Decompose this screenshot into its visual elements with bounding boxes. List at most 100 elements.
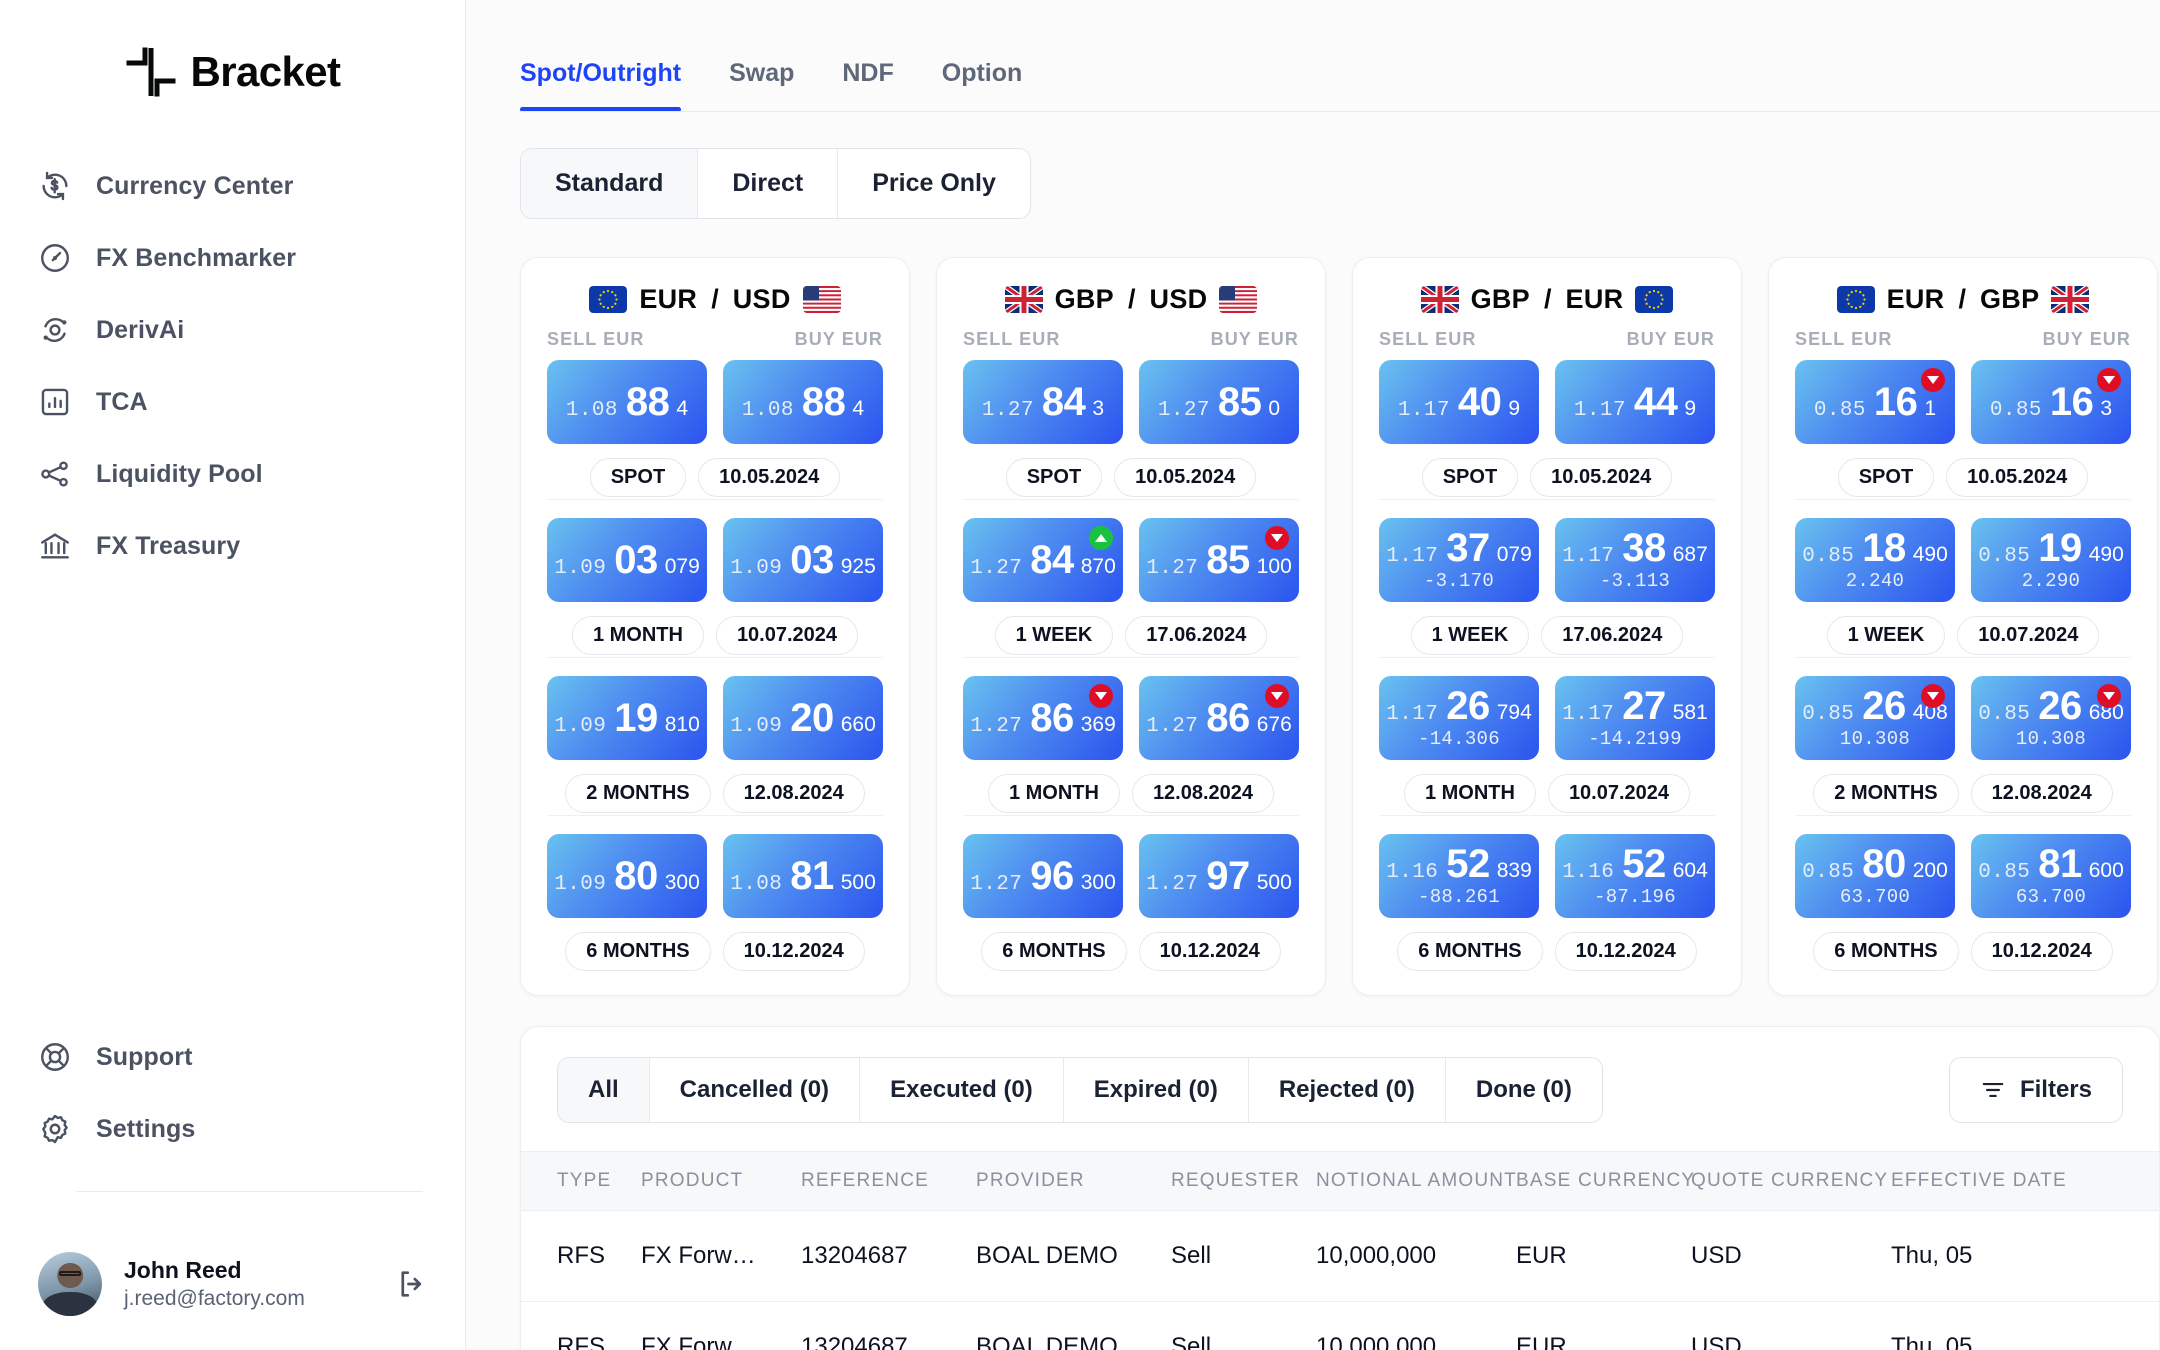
tenor-chip[interactable]: 2 MONTHS (565, 774, 711, 813)
table-header-cell[interactable]: REQUESTER (1171, 1151, 1316, 1211)
price-tile-buy[interactable]: 0.85 81 600 63.700 (1971, 834, 2131, 918)
tenor-chip[interactable]: SPOT (1005, 458, 1103, 497)
price-tile-buy[interactable]: 0.85 26 680 10.308 (1971, 676, 2131, 760)
table-header-cell[interactable]: NOTIONAL AMOUNT (1316, 1151, 1516, 1211)
value-date-chip[interactable]: 12.08.2024 (1970, 774, 2113, 813)
value-date-chip[interactable]: 10.07.2024 (1547, 774, 1691, 813)
price-tile-sell[interactable]: 0.85 18 490 2.240 (1795, 518, 1955, 602)
value-date-chip[interactable]: 10.07.2024 (715, 616, 859, 655)
price-tile-sell[interactable]: 1.08 88 4 (547, 360, 707, 444)
table-row[interactable]: RFS FX Forw… 13204687 BOAL DEMO Sell 10,… (521, 1210, 2159, 1302)
value-date-chip[interactable]: 10.05.2024 (1946, 458, 2089, 497)
sidebar-item-fx-benchmarker[interactable]: FX Benchmarker (38, 222, 465, 294)
value-date-chip[interactable]: 10.12.2024 (722, 932, 865, 971)
price-tile-buy[interactable]: 1.17 44 9 (1555, 360, 1715, 444)
value-date-chip[interactable]: 10.12.2024 (1970, 932, 2113, 971)
filters-button[interactable]: Filters (1948, 1057, 2123, 1123)
tenor-chip[interactable]: 6 MONTHS (981, 932, 1127, 971)
tenor-chip[interactable]: 1 WEEK (1826, 616, 1946, 655)
tenor-chip[interactable]: 1 MONTH (987, 774, 1120, 813)
sidebar-item-support[interactable]: Support (38, 1021, 465, 1093)
blotter-tab-rejected[interactable]: Rejected (0) (1249, 1058, 1446, 1122)
price-tile-sell[interactable]: 1.27 84 3 (963, 360, 1123, 444)
price-tile-sell[interactable]: 1.27 96 300 (963, 834, 1123, 918)
price-tile-sell[interactable]: 0.85 80 200 63.700 (1795, 834, 1955, 918)
user-profile[interactable]: John Reed j.reed@factory.com (38, 1252, 429, 1316)
price-tile-buy[interactable]: 1.27 86 676 (1139, 676, 1299, 760)
price-tile-sell[interactable]: 1.09 80 300 (547, 834, 707, 918)
price-tile-sell[interactable]: 1.17 37 079 -3.170 (1379, 518, 1539, 602)
tab-option[interactable]: Option (918, 59, 1047, 112)
sidebar-item-tca[interactable]: TCA (38, 366, 465, 438)
price-tile-buy[interactable]: 1.08 88 4 (723, 360, 883, 444)
price-tile-sell[interactable]: 1.09 03 079 (547, 518, 707, 602)
segment-direct[interactable]: Direct (698, 149, 839, 218)
value-date-chip[interactable]: 10.05.2024 (1530, 458, 1673, 497)
tenor-chip[interactable]: SPOT (1837, 458, 1935, 497)
sidebar-item-liquidity-pool[interactable]: Liquidity Pool (38, 438, 465, 510)
segment-standard[interactable]: Standard (521, 149, 699, 218)
table-header-cell[interactable]: TYPE (521, 1151, 641, 1211)
price-tile-sell[interactable]: 0.85 16 1 (1795, 360, 1955, 444)
blotter-tab-cancelled[interactable]: Cancelled (0) (650, 1058, 861, 1122)
price-tile-buy[interactable]: 1.09 03 925 (723, 518, 883, 602)
price-tile-buy[interactable]: 1.27 85 0 (1139, 360, 1299, 444)
value-date-chip[interactable]: 17.06.2024 (1125, 616, 1268, 655)
value-date-chip[interactable]: 12.08.2024 (1131, 774, 1275, 813)
tab-swap[interactable]: Swap (705, 59, 818, 112)
sidebar-item-currency-center[interactable]: Currency Center (38, 150, 465, 222)
sidebar-item-settings[interactable]: Settings (38, 1093, 465, 1165)
price-tile-sell[interactable]: 0.85 26 408 10.308 (1795, 676, 1955, 760)
sidebar-item-fx-treasury[interactable]: FX Treasury (38, 510, 465, 582)
value-date-chip[interactable]: 17.06.2024 (1541, 616, 1684, 655)
blotter-tab-done[interactable]: Done (0) (1446, 1058, 1602, 1122)
table-row[interactable]: RFS FX Forw… 13204687 BOAL DEMO Sell 10,… (521, 1301, 2159, 1350)
tenor-chip[interactable]: SPOT (589, 458, 687, 497)
table-header-cell[interactable]: BASE CURRENCY (1516, 1151, 1694, 1211)
tenor-chip[interactable]: 1 WEEK (994, 616, 1114, 655)
table-header-cell[interactable]: REFERENCE (801, 1151, 976, 1211)
table-header-cell[interactable]: EFFECTIVE DATE (1891, 1151, 2159, 1211)
table-header-cell[interactable]: QUOTE CURRENCY (1691, 1151, 1891, 1211)
value-date-chip[interactable]: 10.05.2024 (698, 458, 841, 497)
value-date-chip[interactable]: 10.12.2024 (1554, 932, 1697, 971)
price-tile-buy[interactable]: 1.08 81 500 (723, 834, 883, 918)
price-tile-sell[interactable]: 1.17 26 794 -14.306 (1379, 676, 1539, 760)
blotter-tab-expired[interactable]: Expired (0) (1064, 1058, 1249, 1122)
tenor-chip[interactable]: 1 WEEK (1410, 616, 1530, 655)
price-tile-sell[interactable]: 1.17 40 9 (1379, 360, 1539, 444)
price-tile-buy[interactable]: 1.27 85 100 (1139, 518, 1299, 602)
tenor-chip[interactable]: 1 MONTH (1403, 774, 1536, 813)
value-date-chip[interactable]: 10.05.2024 (1114, 458, 1257, 497)
logout-icon[interactable] (395, 1267, 429, 1301)
value-date-chip[interactable]: 10.12.2024 (1138, 932, 1281, 971)
tab-spot-outright[interactable]: Spot/Outright (520, 59, 705, 112)
table-header-cell[interactable]: PRODUCT (641, 1151, 801, 1211)
tenor-chip[interactable]: 2 MONTHS (1813, 774, 1959, 813)
price-tile-buy[interactable]: 0.85 19 490 2.290 (1971, 518, 2131, 602)
tenor-chip[interactable]: 6 MONTHS (1397, 932, 1543, 971)
value-date-chip[interactable]: 10.07.2024 (1957, 616, 2100, 655)
price-tile-buy[interactable]: 1.09 20 660 (723, 676, 883, 760)
tenor-chip[interactable]: SPOT (1421, 458, 1519, 497)
price-tile-sell[interactable]: 1.27 84 870 (963, 518, 1123, 602)
price-tile-sell[interactable]: 1.09 19 810 (547, 676, 707, 760)
sidebar-item-derivai[interactable]: DerivAi (38, 294, 465, 366)
blotter-tab-all[interactable]: All (558, 1058, 650, 1122)
price-tile-buy[interactable]: 1.17 38 687 -3.113 (1555, 518, 1715, 602)
tenor-chip[interactable]: 1 MONTH (571, 616, 704, 655)
price-tile-buy[interactable]: 1.27 97 500 (1139, 834, 1299, 918)
price-tile-buy[interactable]: 0.85 16 3 (1971, 360, 2131, 444)
blotter-tab-executed[interactable]: Executed (0) (860, 1058, 1064, 1122)
tenor-chip[interactable]: 6 MONTHS (565, 932, 711, 971)
price-forward-points: -14.306 (1418, 728, 1500, 750)
value-date-chip[interactable]: 12.08.2024 (722, 774, 865, 813)
price-tile-sell[interactable]: 1.27 86 369 (963, 676, 1123, 760)
price-tile-sell[interactable]: 1.16 52 839 -88.261 (1379, 834, 1539, 918)
price-tile-buy[interactable]: 1.17 27 581 -14.2199 (1555, 676, 1715, 760)
tab-ndf[interactable]: NDF (818, 59, 917, 112)
table-header-cell[interactable]: PROVIDER (976, 1151, 1171, 1211)
price-tile-buy[interactable]: 1.16 52 604 -87.196 (1555, 834, 1715, 918)
tenor-chip[interactable]: 6 MONTHS (1813, 932, 1959, 971)
segment-price-only[interactable]: Price Only (838, 149, 1030, 218)
